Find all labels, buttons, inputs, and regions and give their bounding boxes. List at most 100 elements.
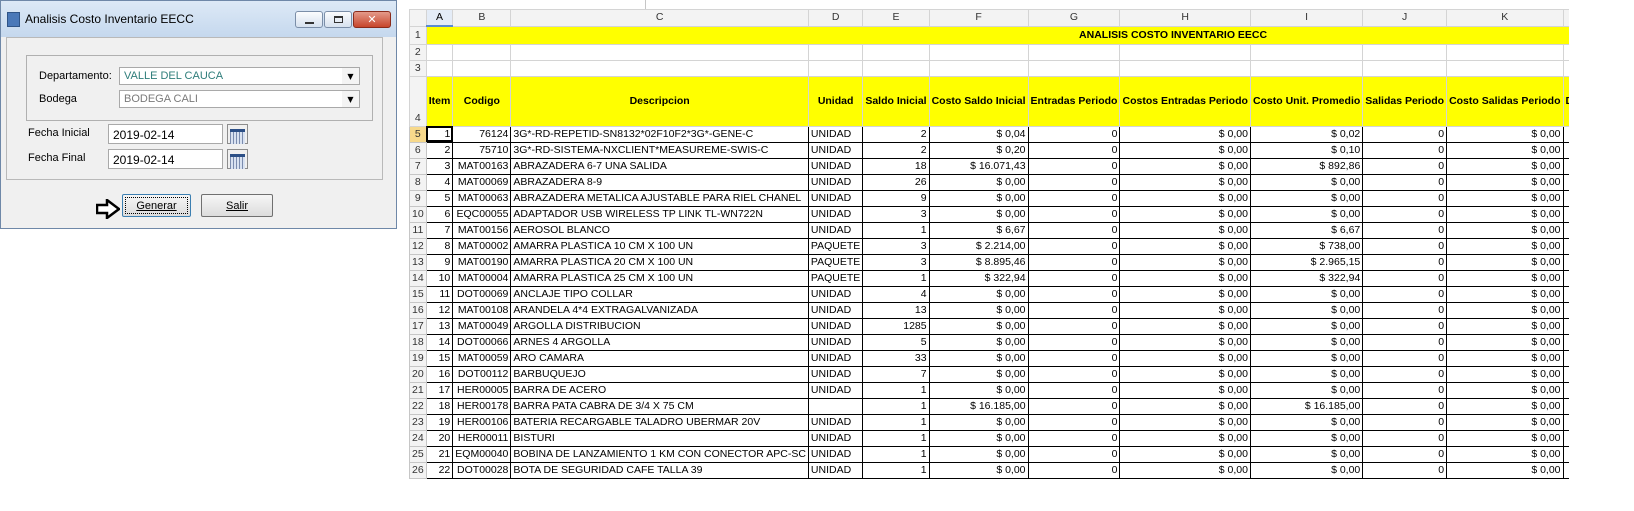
- table-cell[interactable]: 9: [862, 190, 930, 207]
- table-cell[interactable]: UNIDAD: [808, 414, 864, 431]
- table-cell[interactable]: 0: [1362, 318, 1448, 335]
- table-cell[interactable]: $ 0,00: [1119, 462, 1251, 479]
- empty-cell[interactable]: [1027, 59, 1121, 77]
- table-cell[interactable]: 1: [862, 446, 930, 463]
- table-cell[interactable]: $ 892,86: [1250, 158, 1364, 175]
- table-cell[interactable]: ADAPTADOR USB WIRELESS TP LINK TL-WN722N: [510, 206, 809, 223]
- close-button[interactable]: ✕: [353, 11, 391, 28]
- table-cell[interactable]: $ 0,00: [1250, 318, 1364, 335]
- empty-cell[interactable]: [807, 59, 864, 77]
- table-cell[interactable]: 0: [1563, 158, 1569, 175]
- table-cell[interactable]: 2: [862, 126, 930, 143]
- column-header-a[interactable]: A: [425, 9, 454, 27]
- column-header-e[interactable]: E: [862, 9, 930, 27]
- table-cell[interactable]: $ 0,00: [1250, 302, 1364, 319]
- table-cell[interactable]: UNIDAD: [808, 382, 864, 399]
- table-cell[interactable]: BARRA DE ACERO: [510, 382, 809, 399]
- table-cell[interactable]: 0: [1563, 350, 1569, 367]
- table-cell[interactable]: 0: [1563, 190, 1569, 207]
- row-header[interactable]: 16: [409, 301, 427, 319]
- table-cell[interactable]: $ 322,94: [1250, 270, 1364, 287]
- table-cell[interactable]: 0: [1362, 190, 1448, 207]
- table-cell[interactable]: $ 0,00: [929, 382, 1029, 399]
- table-cell[interactable]: MAT00190: [452, 254, 512, 271]
- table-cell[interactable]: $ 0,00: [1119, 302, 1251, 319]
- table-cell[interactable]: $ 0,20: [929, 142, 1029, 159]
- column-header-h[interactable]: H: [1119, 9, 1251, 27]
- table-cell[interactable]: 0: [1028, 334, 1121, 351]
- bodega-select[interactable]: BODEGA CALI ▼: [119, 90, 360, 108]
- table-cell[interactable]: BATERIA RECARGABLE TALADRO UBERMAR 20V: [510, 414, 809, 431]
- column-header-g[interactable]: G: [1027, 9, 1121, 27]
- column-heading[interactable]: Unidad: [807, 75, 864, 127]
- table-cell[interactable]: EQC00055: [452, 206, 512, 223]
- table-cell[interactable]: $ 0,00: [1119, 190, 1251, 207]
- column-header-l[interactable]: L: [1562, 9, 1569, 27]
- empty-cell[interactable]: [928, 59, 1029, 77]
- table-cell[interactable]: $ 0,00: [1446, 446, 1564, 463]
- table-cell[interactable]: ABRAZADERA 8-9: [510, 174, 809, 191]
- table-cell[interactable]: 0: [1362, 382, 1448, 399]
- table-cell[interactable]: $ 0,02: [1250, 126, 1364, 143]
- table-cell[interactable]: 3: [862, 254, 930, 271]
- table-cell[interactable]: $ 0,00: [1250, 286, 1364, 303]
- table-cell[interactable]: 10: [426, 270, 454, 287]
- maximize-button[interactable]: [324, 11, 352, 28]
- table-cell[interactable]: UNIDAD: [808, 286, 864, 303]
- table-cell[interactable]: 0: [1362, 174, 1448, 191]
- table-cell[interactable]: UNIDAD: [808, 446, 864, 463]
- row-header[interactable]: 19: [409, 349, 427, 367]
- row-header[interactable]: 14: [409, 269, 427, 287]
- row-header[interactable]: 20: [409, 365, 427, 383]
- table-cell[interactable]: AMARRA PLASTICA 20 CM X 100 UN: [510, 254, 809, 271]
- row-header[interactable]: 5: [409, 125, 427, 143]
- table-cell[interactable]: $ 0,00: [1119, 254, 1251, 271]
- table-cell[interactable]: $ 6,67: [1250, 222, 1364, 239]
- table-cell[interactable]: $ 16.185,00: [1250, 398, 1364, 415]
- table-cell[interactable]: 0: [1563, 126, 1569, 143]
- table-cell[interactable]: 0: [1563, 286, 1569, 303]
- empty-cell[interactable]: [1027, 43, 1121, 61]
- table-cell[interactable]: $ 0,00: [929, 286, 1029, 303]
- column-heading[interactable]: Costo Unit. Promedio: [1249, 75, 1364, 127]
- table-cell[interactable]: UNIDAD: [808, 158, 864, 175]
- row-header[interactable]: 23: [409, 413, 427, 431]
- fecha-inicial-input[interactable]: 2019-02-14: [108, 124, 223, 144]
- table-cell[interactable]: 0: [1028, 254, 1121, 271]
- column-header-i[interactable]: I: [1249, 9, 1364, 27]
- table-cell[interactable]: 0: [1563, 318, 1569, 335]
- table-cell[interactable]: $ 738,00: [1250, 238, 1364, 255]
- column-header-c[interactable]: C: [510, 9, 809, 27]
- table-cell[interactable]: [808, 398, 864, 415]
- table-cell[interactable]: 0: [1028, 318, 1121, 335]
- table-cell[interactable]: BISTURI: [510, 430, 809, 447]
- table-cell[interactable]: MAT00004: [452, 270, 512, 287]
- empty-cell[interactable]: [510, 43, 809, 61]
- table-cell[interactable]: $ 0,00: [1446, 366, 1564, 383]
- table-cell[interactable]: 0: [1028, 158, 1121, 175]
- table-cell[interactable]: 0: [1028, 350, 1121, 367]
- row-header[interactable]: 21: [409, 381, 427, 399]
- table-cell[interactable]: 0: [1563, 302, 1569, 319]
- table-cell[interactable]: MAT00002: [452, 238, 512, 255]
- row-header[interactable]: 12: [409, 237, 427, 255]
- row-header[interactable]: 11: [409, 221, 427, 239]
- table-cell[interactable]: 5: [426, 190, 454, 207]
- table-cell[interactable]: 0: [1028, 462, 1121, 479]
- table-cell[interactable]: $ 0,00: [929, 318, 1029, 335]
- table-cell[interactable]: $ 0,00: [1119, 238, 1251, 255]
- empty-cell[interactable]: [425, 59, 454, 77]
- table-cell[interactable]: 3: [862, 238, 930, 255]
- table-cell[interactable]: 0: [1563, 414, 1569, 431]
- table-cell[interactable]: UNIDAD: [808, 350, 864, 367]
- table-cell[interactable]: 18: [862, 158, 930, 175]
- table-cell[interactable]: $ 0,00: [1446, 302, 1564, 319]
- column-heading[interactable]: Saldo Inicial: [862, 75, 930, 127]
- table-cell[interactable]: $ 0,00: [1446, 350, 1564, 367]
- table-cell[interactable]: $ 0,00: [929, 302, 1029, 319]
- table-cell[interactable]: 3G*-RD-REPETID-SN8132*02F10F2*3G*-GENE-C: [510, 126, 809, 143]
- table-cell[interactable]: $ 2.214,00: [929, 238, 1029, 255]
- table-cell[interactable]: 22: [426, 462, 454, 479]
- column-heading[interactable]: Entradas Periodo: [1027, 75, 1121, 127]
- row-header[interactable]: 26: [409, 461, 427, 479]
